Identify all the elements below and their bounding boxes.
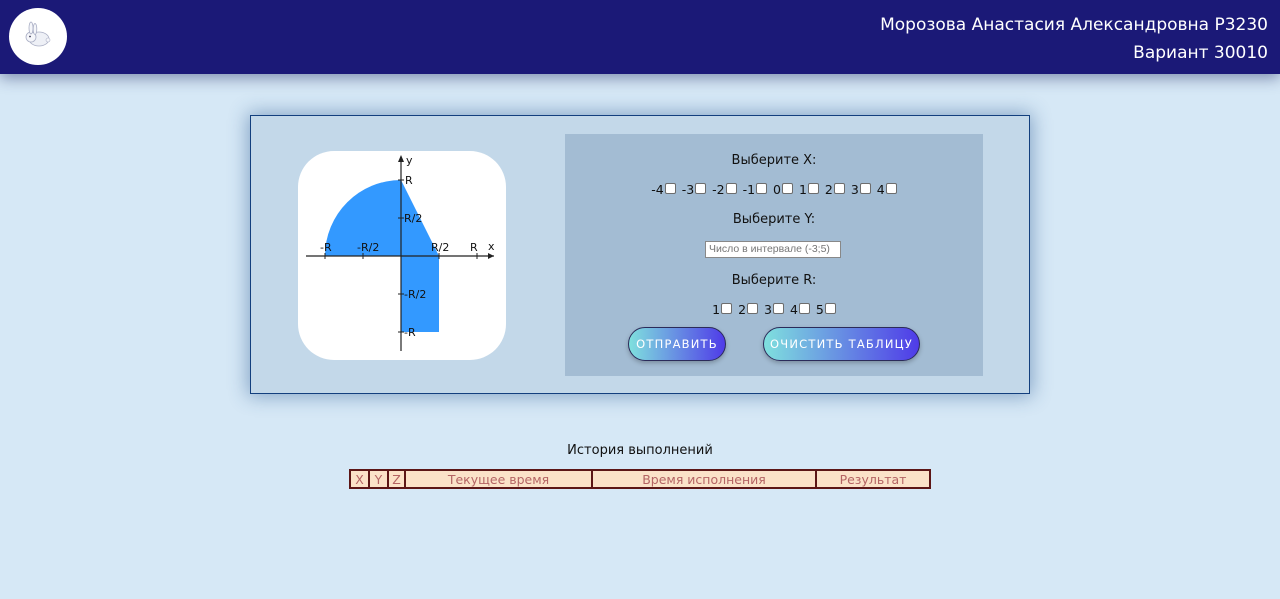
page-header: Морозова Анастасия Александровна P3230 В… [0, 0, 1280, 74]
r-option[interactable]: 1 [712, 302, 733, 317]
column-header-x: X [349, 469, 370, 489]
x-option[interactable]: 0 [773, 182, 793, 197]
x-option[interactable]: -2 [712, 182, 737, 197]
label-r2-x: R/2 [431, 241, 449, 254]
x-option-label: 1 [798, 182, 807, 197]
r-option[interactable]: 2 [738, 302, 759, 317]
x-axis-arrow-icon [488, 253, 494, 259]
label-neg-r-y: -R [404, 326, 416, 339]
r-checkbox[interactable] [798, 303, 810, 314]
r-select-label: Выберите R: [731, 273, 817, 288]
submit-button[interactable]: ОТПРАВИТЬ [628, 327, 726, 361]
x-select-label: Выберите X: [731, 153, 817, 168]
column-header-result: Результат [815, 469, 931, 489]
r-checkbox[interactable] [721, 303, 733, 314]
x-checkbox[interactable] [859, 183, 871, 194]
r-option-label: 2 [738, 302, 747, 317]
r-option-label: 3 [764, 302, 772, 317]
label-neg-r2-y: -R/2 [404, 288, 426, 301]
x-option[interactable]: -1 [742, 182, 768, 197]
r-checkbox[interactable] [772, 303, 784, 314]
history-title: История выполнений [567, 443, 713, 458]
x-option[interactable]: 2 [825, 182, 845, 197]
x-option[interactable]: 1 [799, 182, 819, 197]
axis-label-y: y [406, 154, 413, 167]
x-checkbox[interactable] [885, 183, 897, 194]
table-header-row: X Y Z Текущее время Время исполнения Рез… [349, 469, 931, 489]
x-options: -4 -3 -2 -1 0 1 2 3 4 [565, 182, 983, 197]
column-header-execution-time: Время исполнения [591, 469, 817, 489]
input-form: Выберите X: -4 -3 -2 -1 0 1 2 3 4 Выбери… [565, 134, 983, 376]
main-panel: y x R R/2 -R -R/2 R/2 R -R/2 -R Выберите… [250, 115, 1030, 394]
history-table: X Y Z Текущее время Время исполнения Рез… [349, 469, 931, 489]
label-neg-r-x: -R [320, 241, 332, 254]
column-header-current-time: Текущее время [404, 469, 593, 489]
x-option-label: -3 [681, 182, 695, 197]
r-option-label: 4 [789, 302, 798, 317]
x-option-label: 4 [876, 182, 885, 197]
x-option[interactable]: -4 [651, 182, 676, 197]
x-checkbox[interactable] [725, 183, 737, 194]
x-option-label: 2 [824, 182, 833, 197]
y-input-label: Выберите Y: [732, 212, 816, 227]
r-option[interactable]: 5 [816, 302, 836, 317]
x-checkbox[interactable] [807, 183, 819, 194]
column-header-y: Y [368, 469, 389, 489]
r-checkbox[interactable] [824, 303, 836, 314]
r-options: 1 2 3 4 5 [565, 302, 983, 317]
r-option[interactable]: 4 [790, 302, 810, 317]
x-checkbox[interactable] [782, 183, 793, 194]
y-axis-arrow-icon [398, 155, 404, 162]
x-checkbox[interactable] [756, 183, 768, 194]
r-checkbox[interactable] [747, 303, 759, 314]
x-option[interactable]: 3 [851, 182, 871, 197]
x-option-label: 0 [773, 182, 781, 197]
x-checkbox[interactable] [664, 183, 676, 194]
label-r-x: R [470, 241, 478, 254]
variant-number: Вариант 30010 [1133, 43, 1268, 63]
student-name: Морозова Анастасия Александровна P3230 [880, 15, 1268, 35]
x-checkbox[interactable] [695, 183, 707, 194]
r-option-label: 5 [815, 302, 824, 317]
label-r-y: R [405, 174, 413, 187]
x-option-label: -1 [742, 182, 756, 197]
area-graph[interactable]: y x R R/2 -R -R/2 R/2 R -R/2 -R [298, 151, 506, 360]
x-option-label: 3 [850, 182, 859, 197]
x-option[interactable]: -3 [681, 182, 707, 197]
y-input[interactable]: Число в интервале (-3;5) [705, 241, 841, 258]
x-option-label: -2 [712, 182, 725, 197]
x-checkbox[interactable] [833, 183, 845, 194]
x-option[interactable]: 4 [877, 182, 897, 197]
label-r2-y: R/2 [404, 212, 422, 225]
column-header-z: Z [387, 469, 406, 489]
label-neg-r2-x: -R/2 [357, 241, 379, 254]
x-option-label: -4 [651, 182, 664, 197]
r-option-label: 1 [712, 302, 721, 317]
rabbit-icon [9, 8, 67, 65]
clear-table-button[interactable]: ОЧИСТИТЬ ТАБЛИЦУ [763, 327, 920, 361]
r-option[interactable]: 3 [764, 302, 784, 317]
axis-label-x: x [488, 240, 495, 253]
